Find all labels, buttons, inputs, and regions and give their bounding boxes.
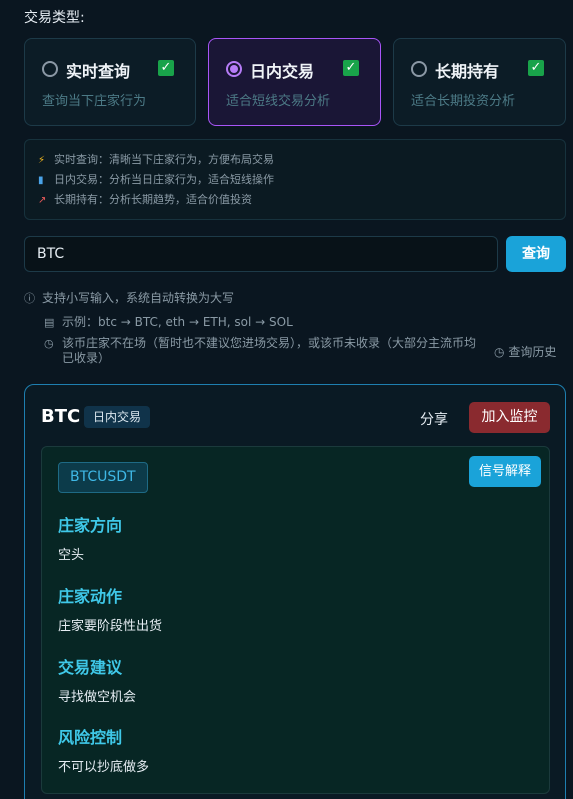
option-desc-realtime: 查询当下庄家行为 [42, 94, 147, 109]
signal-explain-button[interactable]: 信号解释 [469, 456, 541, 487]
info-icon: ⓘ [24, 292, 35, 305]
bar-chart-icon: ▮ [38, 175, 44, 186]
signal-value-advice: 寻找做空机会 [58, 690, 137, 705]
case-hint-text: 支持小写输入，系统自动转换为大写 [42, 291, 235, 305]
lightning-icon: ⚡ [38, 155, 46, 166]
signal-card: BTCUSDT 信号解释 庄家方向 空头 庄家动作 庄家要阶段性出货 交易建议 … [41, 446, 550, 794]
trade-type-option-intraday[interactable]: 日内交易 ✓ 适合短线交易分析 [208, 38, 381, 126]
info-text: 长期持有：分析长期趋势，适合价值投资 [54, 193, 252, 206]
symbol-search-input[interactable] [24, 236, 498, 272]
check-icon: ✓ [343, 60, 359, 76]
examples-hint: ▤ 示例：btc → BTC, eth → ETH, sol → SOL [44, 313, 293, 330]
warning-text-line2: 已收录） [62, 351, 111, 365]
case-hint: ⓘ 支持小写输入，系统自动转换为大写 [24, 289, 234, 306]
info-text: 日内交易：分析当日庄家行为，适合短线操作 [54, 173, 274, 186]
history-icon: ◷ [494, 345, 505, 359]
trade-type-info-box: ⚡ 实时查询：清晰当下庄家行为，方便布局交易 ▮ 日内交易：分析当日庄家行为，适合短… [24, 139, 566, 220]
signal-title-direction: 庄家方向 [58, 516, 123, 535]
check-icon: ✓ [528, 60, 544, 76]
signal-value-direction: 空头 [58, 548, 85, 563]
option-desc-intraday: 适合短线交易分析 [226, 94, 331, 109]
radio-longterm[interactable] [411, 61, 427, 77]
option-name-realtime: 实时查询 [66, 62, 131, 81]
warning-text-line1: 该币庄家不在场（暂时也不建议您进场交易），或该币未收录（大部分主流币均 [62, 336, 477, 350]
clock-icon: ◷ [44, 337, 54, 350]
option-desc-longterm: 适合长期投资分析 [411, 94, 516, 109]
mode-badge: 日内交易 [84, 406, 151, 428]
add-monitor-button[interactable]: 加入监控 [469, 402, 550, 433]
warning-hint: ◷ 该币庄家不在场（暂时也不建议您进场交易），或该币未收录（大部分主流币均 已收录） [44, 336, 476, 366]
result-symbol: BTC [41, 406, 81, 427]
signal-value-risk: 不可以抄底做多 [58, 760, 150, 775]
signal-title-advice: 交易建议 [58, 658, 123, 677]
option-name-intraday: 日内交易 [250, 62, 315, 81]
trading-pair-tag: BTCUSDT [58, 462, 148, 493]
result-panel: BTC 日内交易 分享 加入监控 BTCUSDT 信号解释 庄家方向 空头 庄家… [24, 384, 566, 799]
info-line-intraday: ▮ 日内交易：分析当日庄家行为，适合短线操作 [38, 170, 552, 190]
signal-value-action: 庄家要阶段性出货 [58, 619, 163, 634]
info-text: 实时查询：清晰当下庄家行为，方便布局交易 [54, 153, 274, 166]
radio-intraday[interactable] [226, 61, 242, 77]
trade-type-label: 交易类型: [24, 10, 85, 26]
radio-realtime[interactable] [42, 61, 58, 77]
query-button[interactable]: 查询 [506, 236, 566, 272]
trade-type-option-longterm[interactable]: 长期持有 ✓ 适合长期投资分析 [393, 38, 566, 126]
info-line-realtime: ⚡ 实时查询：清晰当下庄家行为，方便布局交易 [38, 150, 552, 170]
trade-type-option-realtime[interactable]: 实时查询 ✓ 查询当下庄家行为 [24, 38, 196, 126]
check-icon: ✓ [158, 60, 174, 76]
signal-title-risk: 风险控制 [58, 728, 123, 747]
history-label: 查询历史 [508, 345, 557, 359]
trend-chart-icon: ↗ [38, 195, 47, 206]
query-history-button[interactable]: ◷ 查询历史 [494, 343, 556, 360]
option-name-longterm: 长期持有 [435, 62, 500, 81]
info-line-longterm: ↗ 长期持有：分析长期趋势，适合价值投资 [38, 190, 552, 210]
document-icon: ▤ [44, 316, 55, 329]
signal-title-action: 庄家动作 [58, 587, 123, 606]
examples-text: 示例：btc → BTC, eth → ETH, sol → SOL [62, 315, 293, 329]
share-button[interactable]: 分享 [420, 409, 448, 429]
